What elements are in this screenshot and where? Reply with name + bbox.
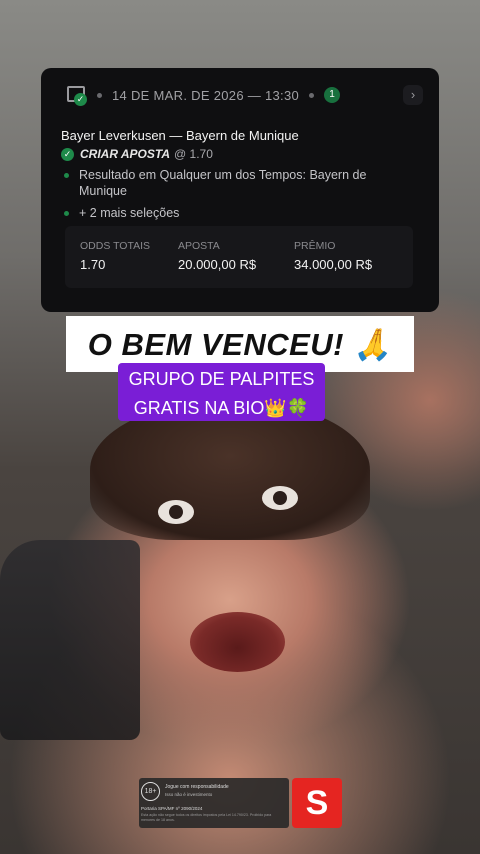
- criar-aposta-row: ✓ CRIAR APOSTA @ 1.70: [61, 147, 423, 161]
- promo-line-1: GRUPO DE PALPITES: [128, 369, 315, 389]
- green-dot-icon: [64, 211, 69, 216]
- footer-line-1: Jogue com responsabilidade: [165, 784, 229, 790]
- bet-summary: ODDS TOTAIS 1.70 APOSTA 20.000,00 R$ PRÊ…: [65, 226, 413, 288]
- more-selections[interactable]: + 2 mais seleções: [61, 205, 423, 221]
- person-hair: [90, 400, 370, 540]
- ticket-check-icon: ✓: [67, 86, 87, 106]
- promo-caption: GRUPO DE PALPITES GRATIS NA BIO👑🍀: [118, 363, 325, 421]
- bet-date: 14 DE MAR. DE 2026 — 13:30: [112, 87, 300, 103]
- footer-line-4: Esta ação não segue todos os direitos im…: [141, 813, 272, 822]
- prize-label: PRÊMIO: [294, 240, 336, 252]
- footer-line-3: Portaria SPA/MF nº 2090/2024: [141, 806, 203, 811]
- separator-dot: [309, 92, 315, 98]
- gaming-chair: [0, 540, 140, 740]
- criar-aposta-odds: @ 1.70: [174, 147, 213, 161]
- criar-aposta-label: CRIAR APOSTA: [80, 147, 170, 161]
- selection-count-badge: 1: [324, 87, 341, 103]
- brand-logo: S: [292, 778, 342, 828]
- green-dot-icon: [64, 173, 69, 178]
- responsible-gaming-footer: 18+ Jogue com responsabilidade Isso não …: [139, 778, 289, 828]
- footer-line-2: Isso não é investimento: [165, 792, 213, 797]
- selection-item: Resultado em Qualquer um dos Tempos: Bay…: [61, 167, 423, 199]
- age-restriction-badge: 18+: [141, 782, 160, 801]
- odds-label: ODDS TOTAIS: [80, 240, 151, 252]
- bet-card: ✓ 14 DE MAR. DE 2026 — 13:30 1 › Bayer L…: [41, 68, 439, 312]
- prize-value: 34.000,00 R$: [294, 257, 373, 272]
- stake-label: APOSTA: [178, 240, 220, 252]
- chevron-right-icon[interactable]: ›: [403, 85, 423, 105]
- odds-value: 1.70: [80, 257, 106, 272]
- stake-value: 20.000,00 R$: [178, 257, 257, 272]
- person-left-eye: [158, 500, 194, 524]
- check-circle-icon: ✓: [61, 147, 74, 161]
- promo-line-2: GRATIS NA BIO👑🍀: [133, 398, 310, 418]
- headline-text: O BEM VENCEU! 🙏: [87, 327, 393, 362]
- match-title: Bayer Leverkusen — Bayern de Munique: [61, 128, 299, 143]
- person-mouth: [190, 612, 285, 672]
- person-right-eye: [262, 486, 298, 510]
- separator-dot: [97, 92, 102, 98]
